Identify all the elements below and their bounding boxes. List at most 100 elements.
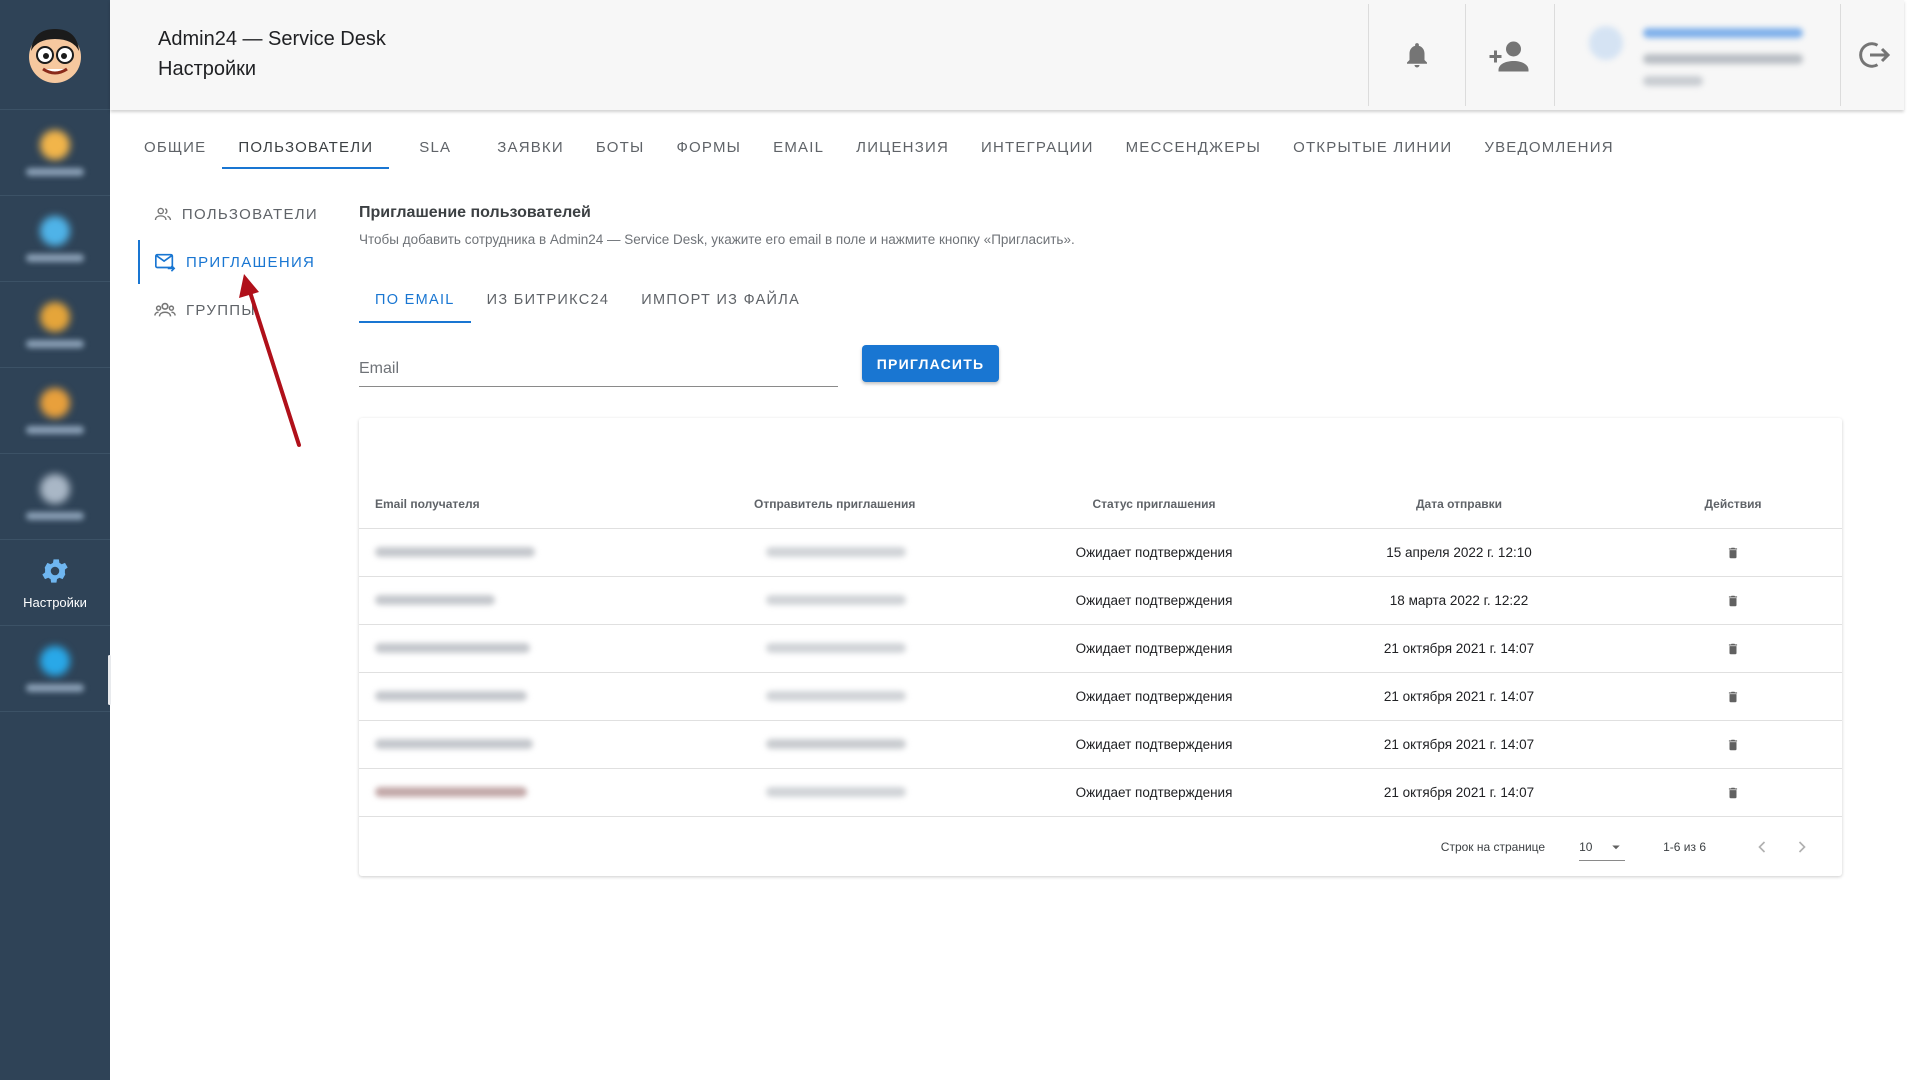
rows-per-page-label: Строк на странице xyxy=(1440,840,1546,854)
user-profile[interactable] xyxy=(1554,4,1841,106)
users-icon xyxy=(154,207,172,221)
tab-by-email[interactable]: По email xyxy=(359,277,471,323)
cell-sender-redacted xyxy=(714,720,1014,769)
tab-forms[interactable]: Формы xyxy=(660,125,757,169)
cell-sender-redacted xyxy=(714,576,1014,625)
side-item-label: Приглашения xyxy=(186,253,316,271)
table-header-row: Email получателя Отправитель приглашения… xyxy=(359,480,1842,529)
side-item-users[interactable]: Пользователи xyxy=(138,190,318,238)
users-side-menu: Пользователи Приглашения Группы xyxy=(138,190,318,334)
logout-button[interactable] xyxy=(1841,4,1904,106)
tab-general[interactable]: Общие xyxy=(128,125,222,169)
side-item-groups[interactable]: Группы xyxy=(138,286,318,334)
blurred-label xyxy=(26,339,84,348)
mascot-logo-icon xyxy=(29,28,81,83)
cell-sender-redacted xyxy=(714,624,1014,673)
blurred-user-role xyxy=(1643,54,1803,64)
rows-per-page-select[interactable]: 10 xyxy=(1579,833,1626,861)
blurred-email xyxy=(375,594,495,605)
cell-email-redacted xyxy=(359,576,714,625)
tab-messengers[interactable]: Мессенджеры xyxy=(1110,125,1278,169)
left-rail: Настройки xyxy=(0,0,110,1080)
rail-item-1[interactable] xyxy=(0,110,110,196)
table-row: Ожидает подтверждения 21 октября 2021 г.… xyxy=(359,672,1842,721)
blurred-label xyxy=(26,511,84,520)
invite-user-button[interactable] xyxy=(1465,4,1552,106)
column-header-actions: Действия xyxy=(1624,480,1842,529)
tab-license[interactable]: Лицензия xyxy=(840,125,965,169)
person-add-icon xyxy=(1489,41,1529,72)
cell-status: Ожидает подтверждения xyxy=(1014,768,1294,817)
next-page-button[interactable] xyxy=(1782,827,1822,867)
blurred-sender xyxy=(766,642,906,653)
tab-users[interactable]: Пользователи xyxy=(222,125,390,169)
tab-notifications[interactable]: Уведомления xyxy=(1468,125,1629,169)
invitations-table-card: Email получателя Отправитель приглашения… xyxy=(359,418,1842,876)
tab-email[interactable]: Email xyxy=(757,125,840,169)
column-header-email[interactable]: Email получателя xyxy=(359,480,714,529)
rail-item-7[interactable] xyxy=(0,626,110,712)
app-logo[interactable] xyxy=(0,0,110,110)
delete-icon[interactable] xyxy=(1726,690,1740,704)
blurred-sender xyxy=(766,594,906,605)
previous-page-button[interactable] xyxy=(1742,827,1782,867)
blurred-email xyxy=(375,738,533,749)
tab-bots[interactable]: Боты xyxy=(580,125,661,169)
cell-date: 18 марта 2022 г. 12:22 xyxy=(1294,576,1624,625)
cell-actions xyxy=(1624,768,1842,817)
cell-actions xyxy=(1624,672,1842,721)
side-item-label: Пользователи xyxy=(181,205,318,223)
rail-item-4[interactable] xyxy=(0,368,110,454)
cell-status: Ожидает подтверждения xyxy=(1014,720,1294,769)
cell-date: 21 октября 2021 г. 14:07 xyxy=(1294,768,1624,817)
cell-date: 21 октября 2021 г. 14:07 xyxy=(1294,624,1624,673)
cell-actions xyxy=(1624,624,1842,673)
delete-icon[interactable] xyxy=(1726,546,1740,560)
blurred-app-icon xyxy=(40,387,70,418)
settings-tabs: Общие Пользователи SLA Заявки Боты Формы… xyxy=(128,125,1630,169)
tab-open-lines[interactable]: Открытые линии xyxy=(1277,125,1468,169)
blurred-app-icon xyxy=(40,473,70,504)
invite-button[interactable]: Пригласить xyxy=(862,345,999,382)
column-header-sender[interactable]: Отправитель приглашения xyxy=(714,480,1014,529)
rail-item-2[interactable] xyxy=(0,196,110,282)
tab-from-bitrix24[interactable]: Из Битрикс24 xyxy=(471,277,626,323)
blurred-app-icon xyxy=(40,645,70,676)
tab-integrations[interactable]: Интеграции xyxy=(965,125,1110,169)
pagination-range: 1-6 из 6 xyxy=(1663,840,1706,854)
rail-item-3[interactable] xyxy=(0,282,110,368)
column-header-date[interactable]: Дата отправки xyxy=(1294,480,1624,529)
notifications-button[interactable] xyxy=(1368,4,1465,106)
cell-status: Ожидает подтверждения xyxy=(1014,528,1294,577)
tab-tickets[interactable]: Заявки xyxy=(481,125,580,169)
rail-item-label: Настройки xyxy=(23,595,87,610)
tab-sla[interactable]: SLA xyxy=(389,125,481,169)
cell-actions xyxy=(1624,528,1842,577)
delete-icon[interactable] xyxy=(1726,738,1740,752)
blurred-label xyxy=(26,167,84,176)
cell-email-redacted xyxy=(359,672,714,721)
table-pagination: Строк на странице 10 1-6 из 6 xyxy=(359,818,1842,876)
blurred-email xyxy=(375,546,535,557)
delete-icon[interactable] xyxy=(1726,642,1740,656)
delete-icon[interactable] xyxy=(1726,786,1740,800)
chevron-right-icon xyxy=(1798,841,1806,853)
blurred-email xyxy=(375,690,527,701)
tab-import-file[interactable]: Импорт из файла xyxy=(625,277,816,323)
email-input[interactable] xyxy=(359,351,838,387)
column-header-status[interactable]: Статус приглашения xyxy=(1014,480,1294,529)
rail-item-5[interactable] xyxy=(0,454,110,540)
blurred-email xyxy=(375,642,530,653)
blurred-sender xyxy=(766,546,906,557)
chevron-down-icon xyxy=(1612,845,1620,849)
rail-resize-handle[interactable] xyxy=(108,655,111,705)
blurred-sender xyxy=(766,690,906,701)
invitations-content: Приглашение пользователей Чтобы добавить… xyxy=(359,200,1843,411)
cell-sender-redacted xyxy=(714,672,1014,721)
side-item-invitations[interactable]: Приглашения xyxy=(138,238,318,286)
rail-item-settings[interactable]: Настройки xyxy=(0,540,110,626)
blurred-email xyxy=(375,786,527,797)
chevron-left-icon xyxy=(1758,841,1766,853)
app-title: Admin24 — Service Desk xyxy=(158,28,386,50)
delete-icon[interactable] xyxy=(1726,594,1740,608)
